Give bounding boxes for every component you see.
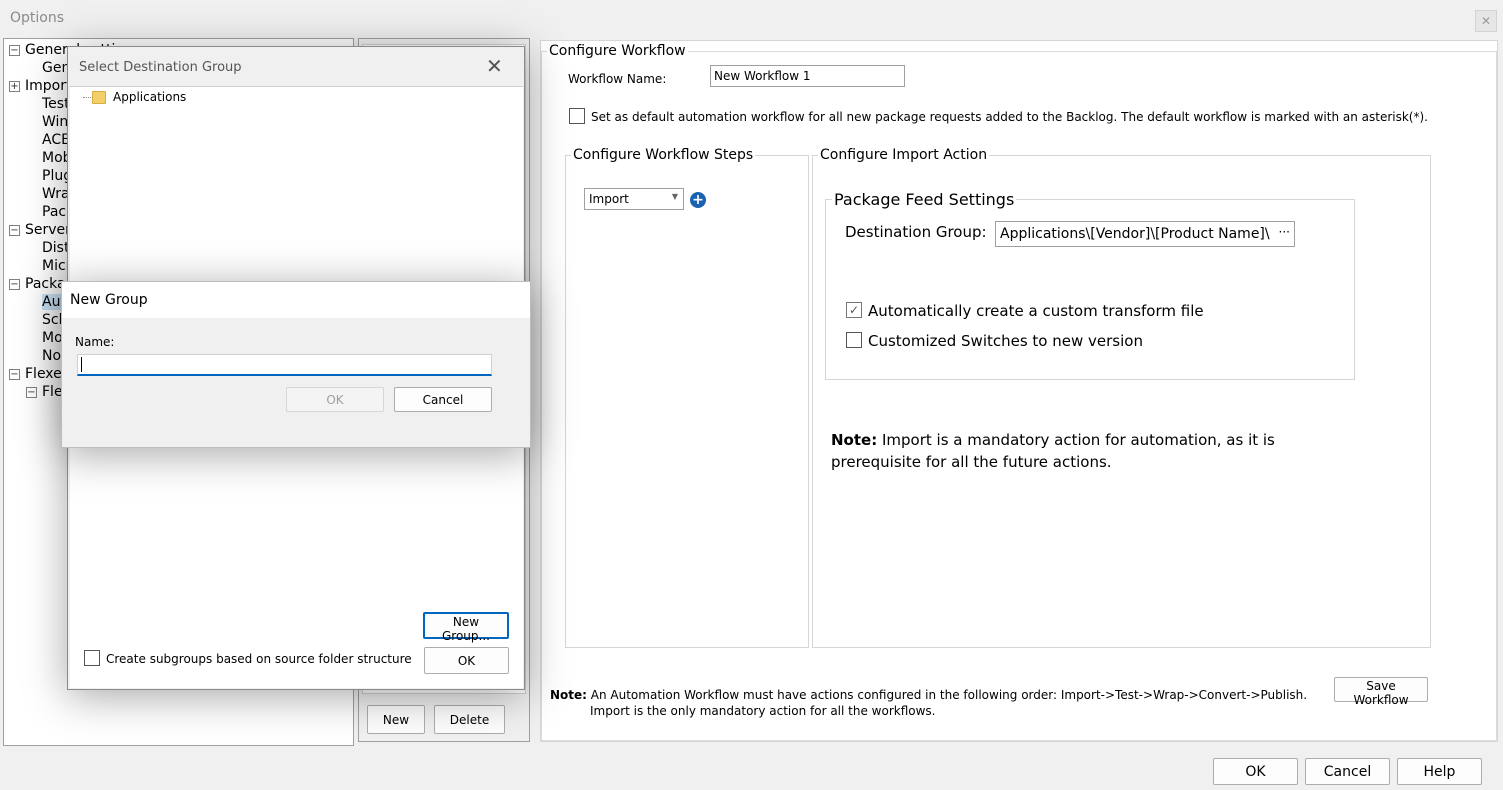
- tree-expander-icon[interactable]: −: [26, 387, 37, 398]
- select-dialog-close-icon[interactable]: ✕: [486, 56, 503, 76]
- package-feed-legend: Package Feed Settings: [832, 190, 1017, 209]
- destination-group-label: Destination Group:: [845, 223, 987, 241]
- tree-item[interactable]: ACE: [42, 132, 70, 148]
- step-select-value: Import: [589, 192, 629, 206]
- tree-item-applications[interactable]: Applications: [113, 90, 186, 104]
- new-group-title: New Group: [70, 292, 148, 308]
- chevron-down-icon: ▼: [671, 192, 678, 201]
- ok-button[interactable]: OK: [1213, 758, 1298, 785]
- tree-expander-icon[interactable]: −: [9, 45, 20, 56]
- import-note-text-2: prerequisite for all the future actions.: [831, 453, 1112, 471]
- help-button[interactable]: Help: [1397, 758, 1482, 785]
- custom-switches-label: Customized Switches to new version: [868, 332, 1143, 350]
- bottom-note-text-2: Import is the only mandatory action for …: [590, 704, 936, 718]
- import-note: Note: Import is a mandatory action for a…: [831, 429, 1275, 473]
- bottom-note-bold: Note:: [550, 688, 587, 702]
- new-workflow-button[interactable]: New: [367, 705, 425, 734]
- text-cursor: [81, 357, 82, 372]
- new-group-ok-button[interactable]: OK: [286, 387, 384, 412]
- cancel-button[interactable]: Cancel: [1305, 758, 1390, 785]
- create-subgroups-checkbox[interactable]: [84, 650, 100, 666]
- window-title: Options: [10, 10, 65, 26]
- create-subgroups-label: Create subgroups based on source folder …: [106, 652, 412, 666]
- import-note-bold: Note:: [831, 431, 878, 449]
- add-step-icon[interactable]: +: [690, 192, 706, 208]
- step-select[interactable]: Import ▼: [584, 188, 684, 210]
- new-group-name-label: Name:: [75, 335, 115, 349]
- custom-switches-checkbox[interactable]: [846, 332, 862, 348]
- destination-group-field[interactable]: Applications\[Vendor]\[Product Name]\ ··…: [995, 221, 1295, 247]
- new-group-button[interactable]: New Group...: [423, 612, 509, 643]
- new-group-name-input[interactable]: [77, 354, 492, 376]
- auto-transform-checkbox[interactable]: ✓: [846, 302, 862, 318]
- tree-expander-icon[interactable]: −: [9, 369, 20, 380]
- destination-group-value: Applications\[Vendor]\[Product Name]\: [1000, 226, 1270, 242]
- tree-item[interactable]: Import: [25, 78, 71, 94]
- bottom-note: Note: An Automation Workflow must have a…: [550, 687, 1307, 719]
- default-workflow-checkbox[interactable]: [569, 108, 585, 124]
- close-icon[interactable]: ✕: [1475, 10, 1497, 32]
- default-workflow-label: Set as default automation workflow for a…: [591, 110, 1428, 124]
- select-destination-title: Select Destination Group: [79, 60, 242, 75]
- import-action-legend: Configure Import Action: [818, 147, 990, 163]
- tree-item[interactable]: Test: [42, 96, 70, 112]
- folder-icon: [92, 91, 106, 104]
- workflow-steps-group: [565, 155, 809, 648]
- save-workflow-button[interactable]: Save Workflow: [1334, 677, 1428, 707]
- import-note-text-1: Import is a mandatory action for automat…: [877, 431, 1275, 449]
- browse-icon[interactable]: ···: [1279, 225, 1290, 239]
- bottom-note-text-1: An Automation Workflow must have actions…: [586, 688, 1308, 702]
- tree-expander-icon[interactable]: −: [9, 279, 20, 290]
- delete-workflow-button[interactable]: Delete: [434, 705, 505, 734]
- new-group-cancel-button[interactable]: Cancel: [394, 387, 492, 412]
- tree-item[interactable]: Server: [25, 222, 71, 238]
- auto-transform-label: Automatically create a custom transform …: [868, 302, 1204, 320]
- workflow-name-label: Workflow Name:: [568, 72, 667, 86]
- workflow-steps-legend: Configure Workflow Steps: [571, 147, 756, 163]
- select-dialog-ok-button[interactable]: OK: [424, 647, 509, 674]
- tree-expander-icon[interactable]: +: [9, 81, 20, 92]
- tree-expander-icon[interactable]: −: [9, 225, 20, 236]
- configure-workflow-legend: Configure Workflow: [547, 43, 688, 59]
- workflow-name-input[interactable]: [710, 65, 905, 87]
